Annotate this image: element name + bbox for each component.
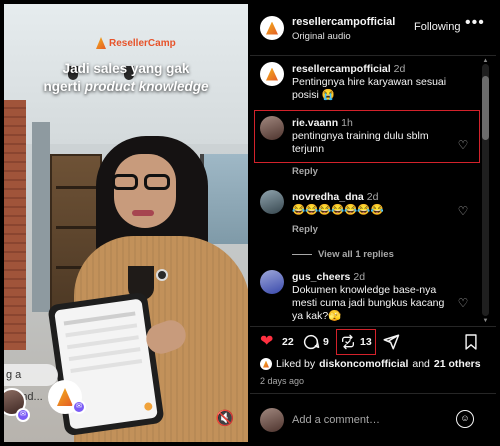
author-avatar[interactable] bbox=[260, 62, 284, 86]
author-avatar[interactable] bbox=[260, 16, 284, 40]
headline-plain: ngerti bbox=[43, 79, 81, 94]
post-timestamp[interactable]: 2 days ago bbox=[260, 376, 304, 386]
brand-name: ResellerCamp bbox=[109, 37, 176, 49]
door bbox=[32, 122, 50, 312]
caption-text: Pentingnya hire karyawan sesuai posisi 😭 bbox=[292, 76, 447, 101]
brand-logo-icon bbox=[266, 67, 278, 81]
view-replies-label: View all 1 replies bbox=[318, 249, 394, 260]
commenter-avatar[interactable] bbox=[260, 116, 284, 140]
author-username[interactable]: resellercampofficial bbox=[292, 16, 395, 28]
like-count[interactable]: 22 bbox=[282, 336, 294, 348]
headline-line-2: ngerti product knowledge bbox=[4, 78, 248, 96]
divider-line bbox=[292, 253, 312, 255]
comment-time: 1h bbox=[341, 117, 353, 129]
presenter-lips bbox=[132, 210, 154, 216]
comment-username[interactable]: novredha_dna bbox=[292, 191, 364, 203]
comment-item: gus_cheers 2d Dokumen knowledge base-nya … bbox=[250, 270, 490, 324]
presenter-glasses bbox=[112, 174, 174, 192]
caption-time: 2d bbox=[393, 63, 406, 75]
post-header: resellercampofficial Original audio Foll… bbox=[250, 0, 496, 56]
heart-filled-icon[interactable]: ❤ bbox=[260, 333, 273, 351]
following-button[interactable]: Following bbox=[414, 21, 460, 33]
original-audio-link[interactable]: Original audio bbox=[292, 31, 351, 42]
comment-text: 😂😂😂😂😂😂😂 bbox=[292, 204, 384, 216]
comment-text: pentingnya training dulu sblm terjunn bbox=[292, 130, 429, 155]
caption-comment: resellercampofficial 2d Pentingnya hire k… bbox=[250, 62, 490, 106]
share-to-friend-bubble[interactable]: g a friend... bbox=[4, 364, 58, 403]
comments-scrollbar[interactable] bbox=[482, 64, 489, 316]
scroll-down-arrow-icon[interactable]: ▼ bbox=[482, 318, 489, 325]
video-brand-logo: ResellerCamp bbox=[96, 37, 176, 49]
comment-text: Dokumen knowledge base-nya mesti cuma ja… bbox=[292, 284, 445, 322]
headline-line-1: Jadi sales yang gak bbox=[62, 61, 190, 76]
messenger-icon: ✉ bbox=[72, 400, 86, 414]
liked-by-user[interactable]: diskoncomofficial bbox=[319, 358, 408, 370]
brand-logo-icon bbox=[263, 360, 269, 368]
comment-username-line: novredha_dna 2d bbox=[292, 191, 378, 203]
tablet-device bbox=[47, 291, 165, 437]
brick-pillar bbox=[4, 100, 26, 350]
comment-icon[interactable] bbox=[302, 333, 320, 351]
liked-by-line: Liked by diskoncomofficial and 21 others bbox=[260, 358, 481, 370]
brand-logo-icon bbox=[96, 37, 106, 49]
brand-logo-icon bbox=[266, 21, 278, 35]
comment-time: 2d bbox=[353, 271, 366, 283]
comment-item: rie.vaann 1h pentingnya training dulu sbl… bbox=[250, 116, 490, 177]
view-replies-button[interactable]: View all 1 replies bbox=[292, 249, 394, 260]
reply-button[interactable]: Reply bbox=[292, 166, 318, 177]
presenter-pin bbox=[156, 269, 168, 281]
speaker-muted-icon[interactable]: 🔇 bbox=[214, 408, 236, 430]
brand-logo-icon bbox=[57, 388, 73, 406]
send-icon[interactable] bbox=[382, 333, 400, 351]
commenter-avatar[interactable] bbox=[260, 270, 284, 294]
emoji-icon[interactable]: ☺ bbox=[456, 410, 474, 428]
comment-username[interactable]: rie.vaann bbox=[292, 117, 338, 129]
liked-by-and: and bbox=[412, 358, 430, 370]
comment-username-line: rie.vaann 1h bbox=[292, 117, 353, 129]
reply-button[interactable]: Reply bbox=[292, 224, 318, 235]
liked-by-prefix: Liked by bbox=[276, 358, 316, 370]
scrollbar-thumb[interactable] bbox=[482, 76, 489, 140]
more-horizontal-icon[interactable]: ••• bbox=[465, 15, 484, 32]
heart-outline-icon[interactable]: ♡ bbox=[456, 296, 470, 310]
liked-by-others[interactable]: 21 others bbox=[434, 358, 481, 370]
comment-count[interactable]: 9 bbox=[323, 336, 329, 348]
bookmark-icon[interactable] bbox=[464, 333, 478, 351]
repost-icon[interactable] bbox=[340, 333, 356, 351]
current-user-avatar bbox=[260, 408, 284, 432]
add-comment-input[interactable] bbox=[292, 410, 442, 430]
comment-time: 2d bbox=[366, 191, 379, 203]
comment-composer: ☺ bbox=[250, 393, 496, 443]
comments-list[interactable]: resellercampofficial 2d Pentingnya hire k… bbox=[250, 56, 496, 324]
heart-outline-icon[interactable]: ♡ bbox=[456, 138, 470, 152]
caption-username[interactable]: resellercampofficial bbox=[292, 63, 391, 75]
liker-avatar[interactable] bbox=[260, 358, 272, 370]
commenter-avatar[interactable] bbox=[260, 190, 284, 214]
comment-username-line: gus_cheers 2d bbox=[292, 271, 365, 283]
comment-username[interactable]: gus_cheers bbox=[292, 271, 350, 283]
caption-username-line: resellercampofficial 2d bbox=[292, 63, 405, 75]
messenger-icon: ✉ bbox=[16, 408, 30, 422]
post-side-panel: resellercampofficial Original audio Foll… bbox=[250, 0, 496, 446]
video-headline: Jadi sales yang gak ngerti product knowl… bbox=[4, 60, 248, 96]
heart-outline-icon[interactable]: ♡ bbox=[456, 204, 470, 218]
reel-video[interactable]: ResellerCamp Jadi sales yang gak ngerti … bbox=[4, 4, 248, 442]
repost-count[interactable]: 13 bbox=[360, 336, 372, 348]
headline-italic: product knowledge bbox=[84, 79, 209, 94]
post-actions-bar: ❤ 22 9 13 bbox=[250, 326, 496, 356]
